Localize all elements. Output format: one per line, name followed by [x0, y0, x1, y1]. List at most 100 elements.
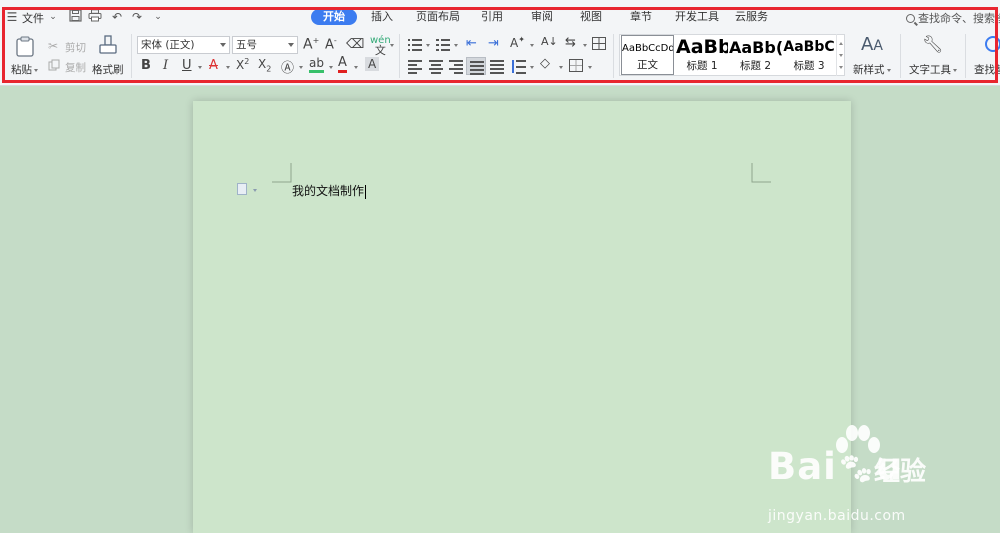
document-body-text[interactable]: 我的文档制作 — [292, 182, 367, 199]
redo-icon[interactable]: ↷ — [129, 9, 145, 25]
chevron-down-icon — [220, 43, 226, 47]
chinese-layout-icon[interactable]: A✦ — [510, 35, 525, 50]
text-tools-label: 文字工具 — [909, 64, 951, 76]
style-heading-2-label: 标题 2 — [739, 60, 772, 72]
shading-icon[interactable]: ◇ — [540, 56, 550, 71]
decrease-indent-icon[interactable]: ⇤ — [466, 36, 477, 51]
font-color-icon[interactable]: A — [338, 56, 347, 73]
shading-dropdown-icon[interactable] — [559, 66, 563, 69]
paragraph-handle-icon[interactable] — [237, 183, 247, 195]
style-heading-2[interactable]: AaBb( 标题 2 — [729, 35, 782, 75]
new-style-button[interactable]: 新样式 — [853, 62, 891, 77]
gallery-expand-icon[interactable] — [839, 66, 843, 69]
show-hide-marks-icon[interactable]: ⇆ — [565, 35, 576, 50]
text-tools-button[interactable]: 文字工具 — [909, 62, 957, 77]
character-shading-icon[interactable]: A — [365, 57, 380, 71]
subscript-icon[interactable]: X2 — [258, 57, 271, 73]
tab-section[interactable]: 章节 — [630, 9, 652, 25]
undo-icon[interactable]: ↶ — [109, 9, 125, 25]
format-painter-icon[interactable] — [98, 35, 118, 60]
align-center-icon[interactable] — [429, 60, 443, 74]
tab-home[interactable]: 开始 — [311, 9, 357, 25]
borders-icon[interactable] — [569, 59, 583, 75]
numbered-list-icon[interactable] — [436, 39, 450, 51]
grow-font-icon[interactable]: A+ — [303, 36, 319, 53]
watermark-paw-glyph: 🐾︎ — [836, 452, 876, 487]
strikethrough-dropdown-icon[interactable] — [226, 66, 230, 69]
font-size-select[interactable]: 五号 — [232, 36, 298, 54]
format-painter-button[interactable]: 格式刷 — [92, 62, 124, 77]
shrink-font-icon[interactable]: A- — [325, 36, 337, 52]
text-cursor — [365, 184, 367, 199]
chinese-layout-dropdown-icon[interactable] — [530, 44, 534, 47]
sort-icon[interactable]: A↓ — [541, 35, 558, 48]
tab-review[interactable]: 审阅 — [531, 9, 553, 25]
copy-icon[interactable] — [48, 59, 60, 74]
underline-dropdown-icon[interactable] — [198, 66, 202, 69]
distributed-align-icon[interactable] — [490, 60, 504, 74]
borders-dropdown-icon[interactable] — [588, 66, 592, 69]
highlight-icon[interactable]: ab — [309, 56, 324, 73]
font-color-dropdown-icon[interactable] — [354, 66, 358, 69]
tab-page-layout[interactable]: 页面布局 — [416, 9, 460, 25]
find-replace-button[interactable]: 查找替 — [974, 62, 1000, 77]
bulleted-list-dropdown-icon[interactable] — [426, 44, 430, 47]
align-right-icon[interactable] — [449, 60, 463, 74]
print-icon[interactable] — [87, 9, 103, 25]
underline-icon[interactable]: U — [182, 58, 192, 73]
paragraph-handle-dropdown-icon[interactable] — [253, 189, 257, 192]
new-style-icon[interactable]: AA — [861, 34, 883, 55]
hamburger-menu-icon[interactable]: ☰ — [4, 9, 20, 25]
style-heading-3[interactable]: AaBbC 标题 3 — [783, 35, 835, 75]
find-replace-icon[interactable] — [985, 36, 1000, 52]
justify-button[interactable] — [466, 57, 486, 75]
ribbon: ☰ 文件 ⌄ ↶ ↷ ⌄ 开始 插入 页面布局 引用 审阅 视图 章节 开发工具… — [0, 0, 1000, 86]
tab-insert[interactable]: 插入 — [371, 9, 393, 25]
customize-toolbar-icon[interactable]: ⌄ — [150, 9, 166, 25]
tab-references[interactable]: 引用 — [481, 9, 503, 25]
increase-indent-icon[interactable]: ⇥ — [488, 36, 499, 51]
tab-view[interactable]: 视图 — [580, 9, 602, 25]
style-heading-2-sample: AaBb( — [729, 38, 782, 57]
cut-button[interactable]: 剪切 — [65, 40, 86, 55]
text-effect-icon[interactable]: Ⓐ — [281, 57, 294, 76]
line-spacing-dropdown-icon[interactable] — [530, 66, 534, 69]
strikethrough-icon[interactable]: A — [209, 58, 218, 73]
clear-formatting-icon[interactable]: ⌫ — [346, 37, 364, 52]
scroll-down-icon[interactable] — [839, 54, 843, 57]
command-search[interactable]: 查找命令、搜索模 — [906, 10, 1000, 26]
pinyin-dropdown-icon[interactable] — [390, 44, 394, 47]
tab-cloud-service[interactable]: 云服务 — [735, 9, 768, 25]
style-normal[interactable]: AaBbCcDd 正文 — [621, 35, 674, 75]
font-size-value: 五号 — [236, 39, 257, 51]
copy-button[interactable]: 复制 — [65, 60, 86, 75]
superscript-icon[interactable]: X2 — [236, 57, 249, 72]
bulleted-list-icon[interactable] — [408, 39, 422, 51]
text-effect-dropdown-icon[interactable] — [299, 66, 303, 69]
file-menu[interactable]: 文件 — [22, 10, 44, 26]
italic-icon[interactable]: I — [163, 58, 168, 73]
document-text: 我的文档制作 — [292, 184, 365, 198]
wrench-icon[interactable]: 🔧︎ — [922, 35, 944, 55]
tab-developer-tools[interactable]: 开发工具 — [675, 9, 719, 25]
scroll-up-icon[interactable] — [839, 42, 843, 45]
line-spacing-icon[interactable] — [512, 60, 526, 74]
table-grid-icon[interactable] — [592, 37, 606, 53]
command-search-label: 查找命令、搜索模 — [918, 12, 1000, 25]
document-page[interactable]: 我的文档制作 — [193, 101, 851, 533]
save-icon[interactable] — [67, 9, 83, 25]
style-gallery-scroller[interactable] — [836, 34, 845, 76]
highlight-dropdown-icon[interactable] — [329, 66, 333, 69]
show-hide-dropdown-icon[interactable] — [583, 44, 587, 47]
numbered-list-dropdown-icon[interactable] — [454, 44, 458, 47]
file-menu-chevron-icon[interactable]: ⌄ — [45, 9, 61, 25]
paste-icon[interactable] — [14, 36, 36, 61]
cut-icon[interactable]: ✂ — [48, 39, 58, 53]
divider — [131, 34, 132, 78]
style-heading-1[interactable]: AaBb 标题 1 — [676, 35, 728, 75]
margin-corner-top-left — [272, 163, 292, 183]
bold-icon[interactable]: B — [141, 58, 151, 73]
font-family-select[interactable]: 宋体 (正文) — [137, 36, 230, 54]
align-left-icon[interactable] — [408, 60, 422, 74]
paste-button[interactable]: 粘贴 — [11, 62, 38, 77]
